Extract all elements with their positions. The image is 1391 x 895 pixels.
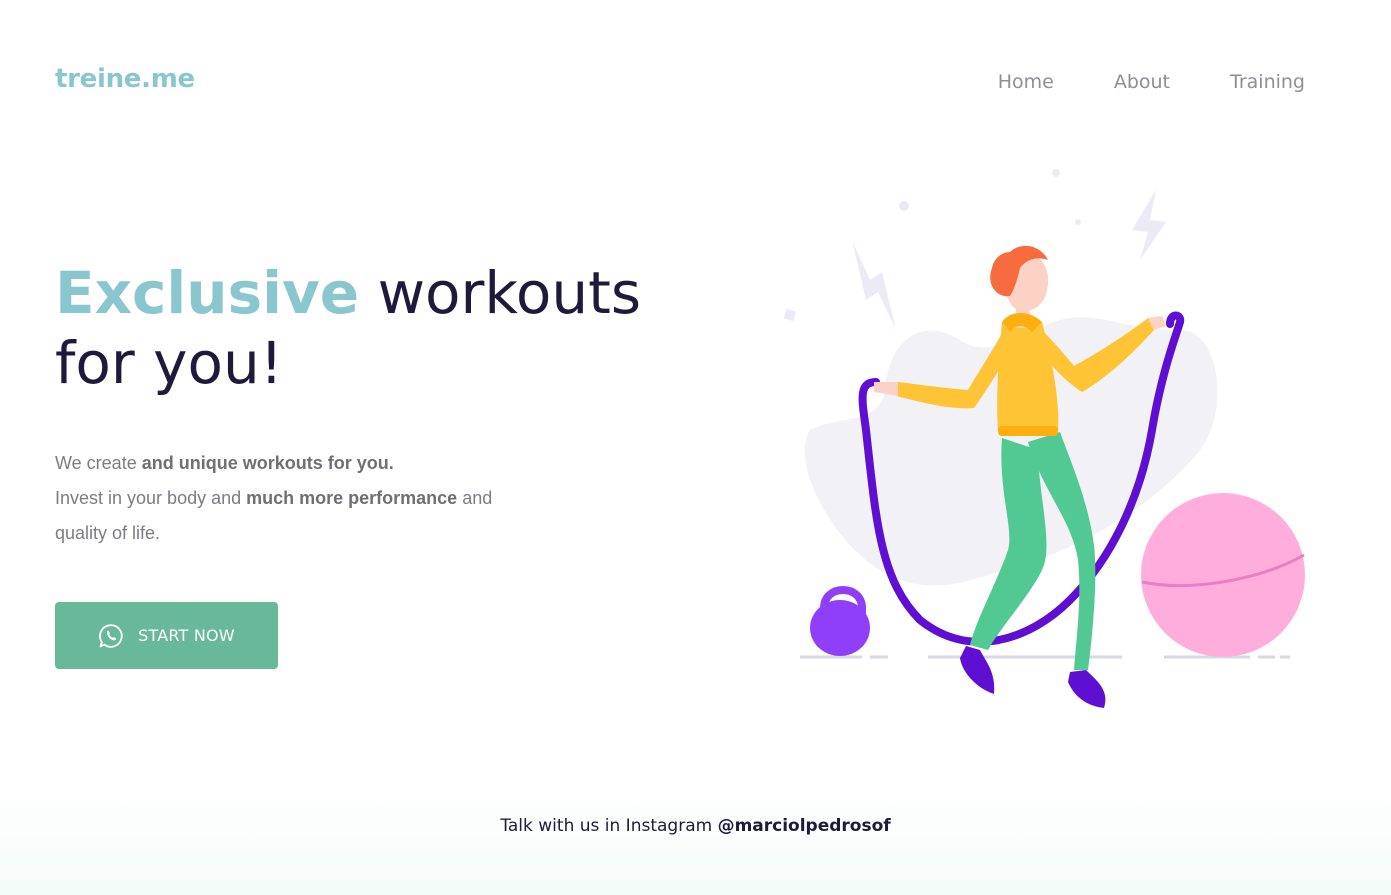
desc-bold: much more performance — [246, 488, 458, 508]
shoe-left — [960, 646, 995, 694]
exercise-ball — [1141, 493, 1305, 657]
nav-training[interactable]: Training — [1230, 70, 1305, 94]
desc-bold: and unique workouts for you. — [141, 453, 394, 473]
hand-left — [874, 382, 898, 396]
desc-text: Invest in your body and — [55, 488, 247, 508]
sparkle-dot — [899, 201, 909, 211]
footer-text: Talk with us in Instagram @marciolpedros… — [0, 816, 1391, 836]
footer: Talk with us in Instagram @marciolpedros… — [0, 790, 1391, 895]
desc-text: We create — [55, 453, 142, 473]
instagram-handle[interactable]: @marciolpedrosof — [718, 816, 891, 836]
woman-jumping-rope-illustration — [783, 169, 1305, 708]
footer-label: Talk with us in Instagram — [500, 816, 718, 836]
sparkle-dot — [1052, 169, 1060, 177]
shoe-right — [1068, 670, 1106, 708]
waistband — [998, 426, 1058, 436]
headline-rest: workouts — [359, 259, 642, 327]
headline-accent: Exclusive — [55, 259, 360, 327]
hero-description: We create and unique workouts for you. In… — [55, 446, 535, 551]
logo[interactable]: treine.me — [55, 64, 195, 94]
start-now-label: START NOW — [138, 626, 235, 645]
nav-home[interactable]: Home — [998, 70, 1054, 94]
start-now-button[interactable]: START NOW — [55, 602, 278, 669]
whatsapp-icon — [99, 623, 123, 648]
sparkle-dot — [1075, 219, 1081, 225]
nav-about[interactable]: About — [1114, 70, 1170, 94]
hero-headline: Exclusive workouts for you! — [55, 258, 675, 398]
headline-line2: for you! — [55, 329, 284, 397]
kettlebell — [810, 600, 870, 656]
sparkle-dot — [783, 308, 797, 322]
lightning-left — [852, 240, 896, 330]
lightning-right — [1132, 190, 1166, 260]
main-nav: Home About Training — [998, 70, 1305, 94]
